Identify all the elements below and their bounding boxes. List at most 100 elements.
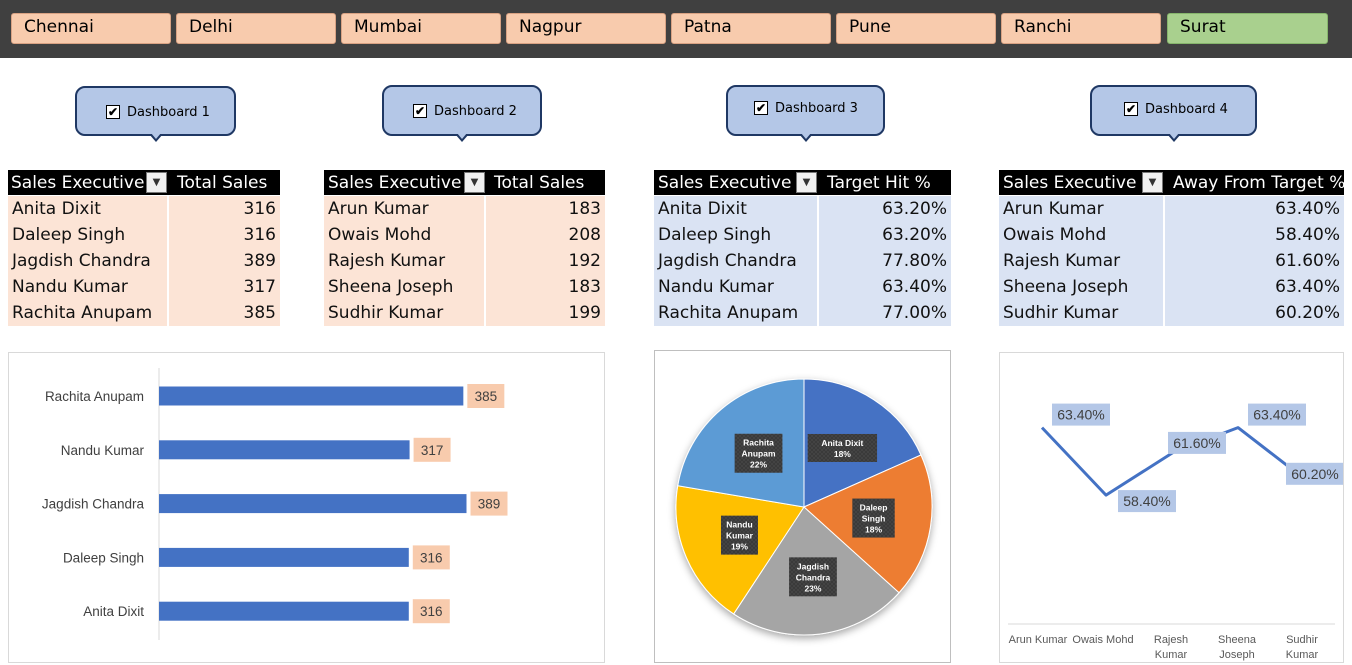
cell-value: 61.60% (1165, 248, 1344, 274)
pivot-table-away-from-target: Sales Executive ▼ Away From Target % Aru… (999, 170, 1346, 326)
cell-value: 316 (169, 196, 280, 222)
line-chart: 63.40% 58.40% 61.60% 63.40% 60.20% Arun Kumar… (1008, 403, 1344, 661)
filter-icon[interactable]: ▼ (464, 172, 485, 193)
line-chart-frame[interactable]: 63.40% 58.40% 61.60% 63.40% 60.20% Arun Kumar… (999, 352, 1344, 663)
slicer-item-mumbai[interactable]: Mumbai (341, 13, 501, 44)
cell-name: Daleep Singh (654, 222, 818, 248)
dashboard-1-label: Dashboard 1 (127, 105, 210, 120)
data-label: 58.40% (1123, 493, 1170, 509)
checkbox-check-icon[interactable]: ✔ (1124, 102, 1138, 116)
table-row: Nandu Kumar 63.40% (654, 274, 951, 300)
filter-icon[interactable]: ▼ (796, 172, 817, 193)
table-row: Rachita Anupam 77.00% (654, 300, 951, 326)
data-label: 389 (478, 497, 501, 512)
dashboard: Chennai Delhi Mumbai Nagpur Patna Pune R… (0, 0, 1352, 665)
filter-icon[interactable]: ▼ (1142, 172, 1163, 193)
slice-label: 18% (865, 525, 882, 535)
slicer-item-nagpur[interactable]: Nagpur (506, 13, 666, 44)
table-row: Rajesh Kumar 192 (324, 248, 605, 274)
slice-label: Chandra (796, 572, 831, 582)
checkbox-check-icon[interactable]: ✔ (754, 101, 768, 115)
category-tick-label: Nandu Kumar (61, 443, 145, 458)
cell-value: 77.80% (819, 248, 951, 274)
table-row: Daleep Singh 63.20% (654, 222, 951, 248)
column-header-sales-executive: Sales Executive (11, 173, 145, 193)
category-tick-label: Arun Kumar (1009, 634, 1068, 646)
table-header: Sales Executive ▼ Away From Target % (999, 170, 1346, 195)
filter-icon[interactable]: ▼ (146, 172, 167, 193)
category-tick-label: Rajesh (1154, 634, 1188, 646)
category-tick-label: Owais Mohd (1072, 634, 1133, 646)
slice-label: Jagdish (797, 561, 829, 571)
table-row: Nandu Kumar 317 (8, 274, 280, 300)
pie-chart: Anita Dixit18%DaleepSingh18%JagdishChand… (675, 378, 933, 636)
cell-name: Sudhir Kumar (999, 300, 1164, 326)
pie-chart-frame[interactable]: Anita Dixit 18% Daleep Singh 18% Jagdish Chand… (654, 350, 951, 663)
cell-name: Rajesh Kumar (999, 248, 1164, 274)
bar-chart-frame[interactable]: Rachita Anupam 385 Nandu Kumar 317 Jagdish C… (8, 352, 605, 663)
table-row: Rajesh Kumar 61.60% (999, 248, 1344, 274)
column-header-target-hit: Target Hit % (827, 173, 931, 193)
slicer-item-delhi[interactable]: Delhi (176, 13, 336, 44)
data-label: 385 (475, 389, 498, 404)
data-label: 61.60% (1173, 435, 1220, 451)
table-row: Daleep Singh 316 (8, 222, 280, 248)
slice-label: Nandu (726, 520, 752, 530)
data-label: 63.40% (1253, 407, 1300, 423)
bar (159, 547, 409, 567)
cell-name: Anita Dixit (654, 196, 818, 222)
table-row: Jagdish Chandra 389 (8, 248, 280, 274)
data-label: 316 (420, 604, 443, 619)
cell-value: 316 (169, 222, 280, 248)
slicer-item-surat[interactable]: Surat (1167, 13, 1328, 44)
slicer-item-patna[interactable]: Patna (671, 13, 831, 44)
table-row: Sudhir Kumar 60.20% (999, 300, 1344, 326)
data-label: 316 (420, 550, 443, 565)
slicer-item-pune[interactable]: Pune (836, 13, 996, 44)
cell-name: Arun Kumar (324, 196, 485, 222)
cell-value: 183 (486, 274, 605, 300)
dashboard-3-label: Dashboard 3 (775, 101, 858, 116)
table-row: Sudhir Kumar 199 (324, 300, 605, 326)
dashboard-2-label: Dashboard 2 (434, 104, 517, 119)
table-row: Sheena Joseph 63.40% (999, 274, 1344, 300)
cell-name: Jagdish Chandra (8, 248, 168, 274)
category-tick-label: Kumar (1286, 649, 1319, 661)
table-header: Sales Executive ▼ Total Sales (8, 170, 280, 195)
cell-name: Rachita Anupam (8, 300, 168, 326)
slice-label: Anupam (742, 449, 776, 459)
table-header: Sales Executive ▼ Target Hit % (654, 170, 951, 195)
table-row: Anita Dixit 63.20% (654, 196, 951, 222)
cell-value: 63.20% (819, 196, 951, 222)
cell-name: Daleep Singh (8, 222, 168, 248)
table-row: Owais Mohd 58.40% (999, 222, 1344, 248)
category-tick-label: Rachita Anupam (45, 389, 144, 404)
category-tick-label: Jagdish Chandra (42, 497, 145, 512)
cell-name: Nandu Kumar (654, 274, 818, 300)
column-header-sales-executive: Sales Executive (658, 173, 792, 193)
cell-name: Sudhir Kumar (324, 300, 485, 326)
column-header-total-sales: Total Sales (177, 173, 268, 193)
cell-name: Rachita Anupam (654, 300, 818, 326)
slice-label: Kumar (726, 531, 754, 541)
table-row: Owais Mohd 208 (324, 222, 605, 248)
column-header-away-from-target: Away From Target % (1173, 173, 1346, 193)
category-tick-label: Kumar (1155, 649, 1188, 661)
category-tick-label: Sheena (1218, 634, 1257, 646)
category-tick-label: Sudhir (1286, 634, 1318, 646)
slice-label: 19% (731, 542, 748, 552)
cell-value: 77.00% (819, 300, 951, 326)
checkbox-check-icon[interactable]: ✔ (106, 105, 120, 119)
category-tick-label: Joseph (1219, 649, 1254, 661)
cell-value: 317 (169, 274, 280, 300)
cell-value: 58.40% (1165, 222, 1344, 248)
cell-name: Anita Dixit (8, 196, 168, 222)
bar (159, 386, 464, 406)
slice-label: Anita Dixit (821, 438, 863, 448)
cell-value: 183 (486, 196, 605, 222)
cell-value: 385 (169, 300, 280, 326)
checkbox-check-icon[interactable]: ✔ (413, 104, 427, 118)
slicer-item-chennai[interactable]: Chennai (11, 13, 171, 44)
slicer-item-ranchi[interactable]: Ranchi (1001, 13, 1161, 44)
cell-value: 208 (486, 222, 605, 248)
